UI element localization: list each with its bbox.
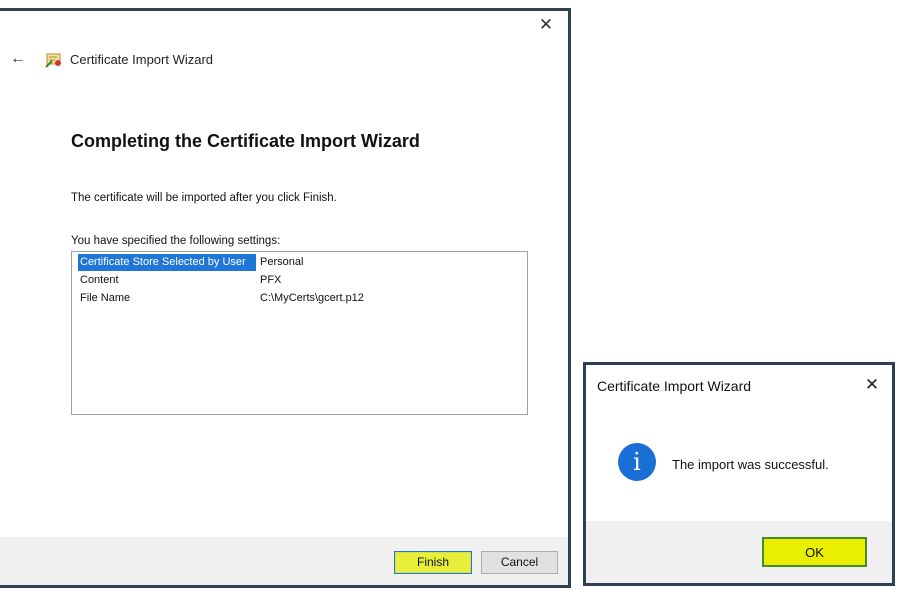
settings-key: Certificate Store Selected by User xyxy=(78,254,256,271)
settings-value: Personal xyxy=(260,256,304,268)
cancel-button[interactable]: Cancel xyxy=(481,551,558,574)
close-icon[interactable]: ✕ xyxy=(536,15,556,35)
settings-list[interactable]: Certificate Store Selected by User Perso… xyxy=(71,251,528,415)
wizard-title-bar: ← Certificate Import Wizard xyxy=(10,48,213,70)
dialog-title: Certificate Import Wizard xyxy=(597,378,752,394)
settings-label: You have specified the following setting… xyxy=(71,235,281,247)
settings-value: C:\MyCerts\gcert.p12 xyxy=(260,292,364,304)
certificate-import-wizard-window: ✕ ← Certificate Import Wizard Completing… xyxy=(0,8,571,588)
wizard-title: Certificate Import Wizard xyxy=(70,51,214,67)
info-text: The certificate will be imported after y… xyxy=(71,192,337,204)
dialog-message: The import was successful. xyxy=(672,457,829,472)
settings-key: File Name xyxy=(80,292,131,304)
certificate-icon xyxy=(45,53,61,68)
finish-button[interactable]: Finish xyxy=(394,551,472,574)
dialog-footer: OK xyxy=(586,521,892,583)
info-icon: i xyxy=(618,443,656,481)
wizard-footer: Finish Cancel xyxy=(0,537,568,585)
ok-button[interactable]: OK xyxy=(762,537,867,567)
settings-value: PFX xyxy=(260,274,282,286)
back-arrow-icon[interactable]: ← xyxy=(10,49,32,69)
page-heading: Completing the Certificate Import Wizard xyxy=(71,131,420,151)
close-icon[interactable]: ✕ xyxy=(862,375,882,395)
import-success-dialog: Certificate Import Wizard ✕ i The import… xyxy=(583,362,895,586)
settings-key: Content xyxy=(80,274,119,286)
